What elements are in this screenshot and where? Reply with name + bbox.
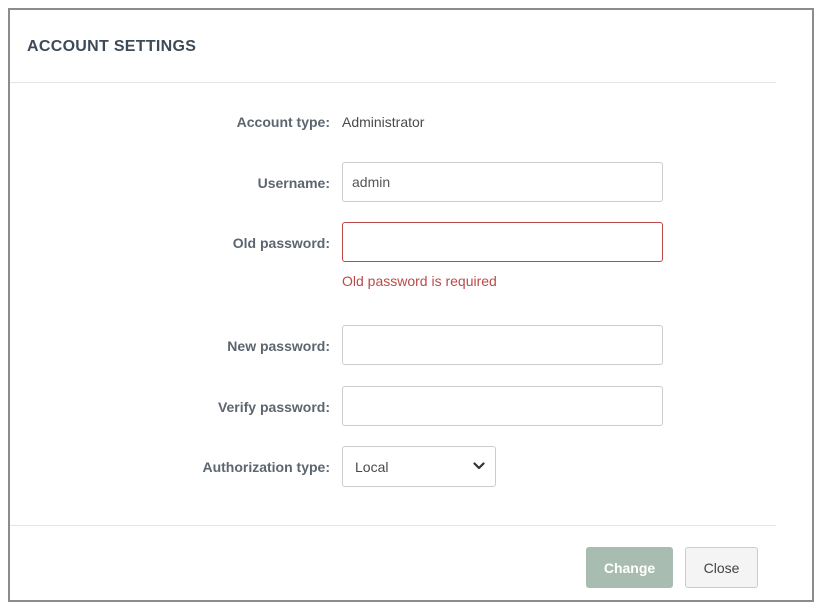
dialog-header: ACCOUNT SETTINGS	[10, 10, 776, 83]
verify-password-input[interactable]	[342, 386, 663, 426]
verify-password-label: Verify password:	[217, 399, 330, 415]
chevron-down-icon	[473, 462, 485, 470]
old-password-error: Old password is required	[342, 273, 497, 289]
authorization-type-selected: Local	[355, 459, 389, 475]
authorization-type-label: Authorization type:	[202, 459, 330, 475]
old-password-label: Old password:	[232, 235, 330, 251]
dialog-footer-divider	[10, 525, 776, 527]
dialog-title: ACCOUNT SETTINGS	[27, 38, 197, 55]
close-button[interactable]: Close	[685, 547, 758, 588]
account-type-label: Account type:	[236, 114, 330, 130]
new-password-label: New password:	[227, 338, 330, 354]
username-input[interactable]	[342, 162, 663, 202]
change-button[interactable]: Change	[586, 547, 673, 588]
old-password-input[interactable]	[342, 222, 663, 262]
account-settings-dialog: ACCOUNT SETTINGS Account type: Administr…	[8, 8, 814, 602]
authorization-type-select[interactable]: Local	[342, 446, 496, 487]
new-password-input[interactable]	[342, 325, 663, 365]
username-label: Username:	[257, 175, 330, 191]
account-type-value: Administrator	[342, 114, 425, 130]
